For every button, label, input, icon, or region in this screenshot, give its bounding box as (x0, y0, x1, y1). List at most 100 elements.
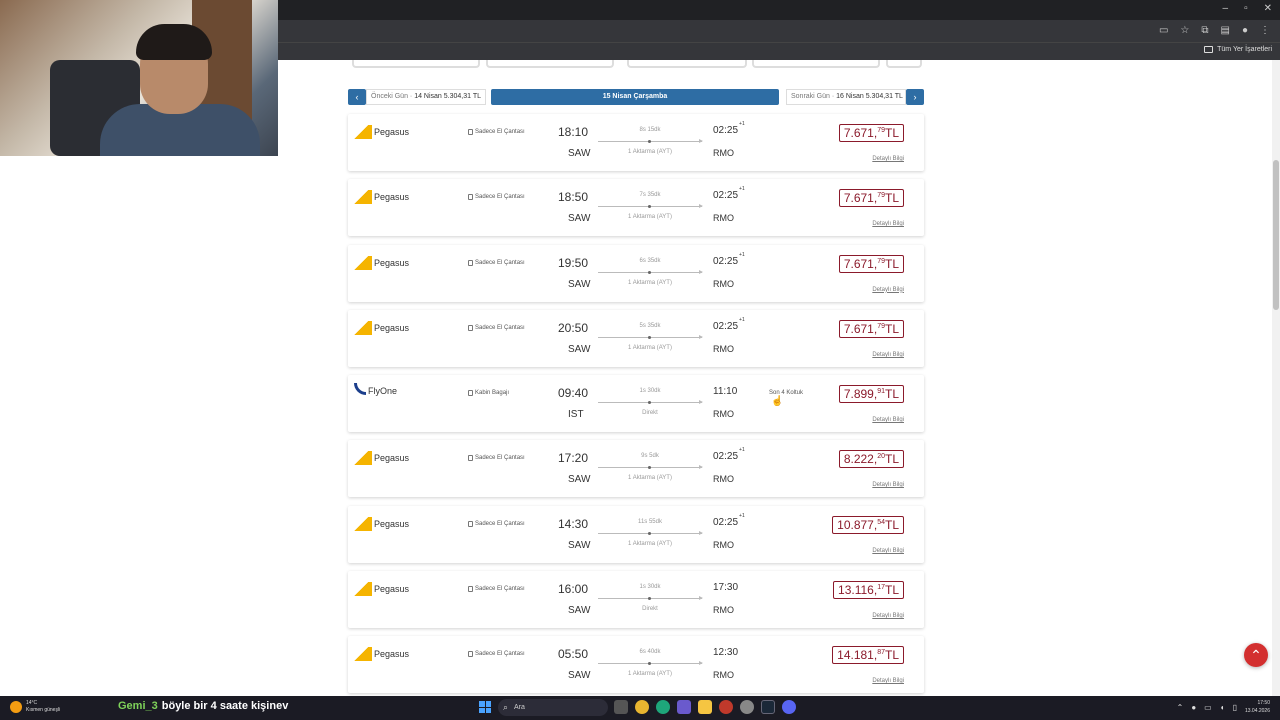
airline-logo-icon (354, 582, 372, 597)
price-currency: TL (884, 648, 899, 663)
price-button[interactable]: 10.877,54TL (832, 515, 904, 534)
filter-tab[interactable] (627, 60, 747, 68)
baggage-info: Sadece El Çantası (468, 586, 525, 593)
profile-avatar-icon[interactable]: ● (1242, 25, 1248, 36)
baggage-info: Kabin Bagajı (468, 390, 509, 397)
flight-card[interactable]: Pegasus Sadece El Çantası 14:30 SAW 11s … (348, 505, 924, 563)
arrival-time: 02:25+1 (713, 447, 745, 462)
network-icon[interactable]: ▭ (1204, 703, 1212, 712)
task-view-icon[interactable] (614, 700, 628, 714)
page-scrollbar[interactable] (1272, 60, 1280, 696)
windows-start-icon[interactable] (479, 701, 491, 713)
flight-card[interactable]: Pegasus Sadece El Çantası 16:00 SAW 1s 3… (348, 571, 924, 629)
details-link[interactable]: Detaylı Bilgi (872, 156, 904, 162)
price-button[interactable]: 7.671,79TL (838, 319, 904, 338)
price-main: 7.671, (843, 256, 878, 271)
flight-card[interactable]: Pegasus Sadece El Çantası 20:50 SAW 5s 3… (348, 309, 924, 367)
windows-taskbar: 14°C Kısmen güneşli Gemi_3 böyle bir 4 sa… (0, 696, 1280, 720)
filter-tab[interactable] (752, 60, 880, 68)
file-explorer-icon[interactable] (698, 700, 712, 714)
price-main: 7.899, (843, 387, 878, 402)
app-icon[interactable] (719, 700, 733, 714)
price-button[interactable]: 7.671,79TL (838, 189, 904, 208)
stops-info: 1 Aktarma (AYT) (628, 475, 672, 482)
stops-info: Direkt (642, 606, 658, 613)
details-link[interactable]: Detaylı Bilgi (872, 548, 904, 554)
route-line (598, 661, 703, 666)
price-button[interactable]: 7.671,79TL (838, 124, 904, 142)
route-line (598, 530, 703, 535)
filter-tab[interactable] (886, 60, 922, 68)
chrome-icon[interactable] (635, 700, 649, 714)
chat-text: böyle bir 4 saate kişinev (161, 700, 289, 712)
departure-airport: SAW (568, 474, 591, 486)
prev-day-arrow-button[interactable]: ‹ (348, 89, 366, 105)
price-main: 10.877, (837, 517, 878, 532)
filter-tab[interactable] (352, 60, 480, 68)
baggage-icon (468, 520, 473, 527)
filter-tab[interactable] (486, 60, 614, 68)
flight-card[interactable]: Pegasus Sadece El Çantası 18:50 SAW 7s 3… (348, 179, 924, 237)
flight-card[interactable]: Pegasus Sadece El Çantası 05:50 SAW 6s 4… (348, 636, 924, 694)
stop-dot (648, 662, 651, 666)
menu-icon[interactable]: ⋮ (1260, 25, 1270, 36)
price-currency: TL (884, 126, 899, 140)
details-link[interactable]: Detaylı Bilgi (872, 352, 904, 358)
edge-icon[interactable] (656, 700, 670, 714)
flight-card[interactable]: Pegasus Sadece El Çantası 17:20 SAW 9s 5… (348, 440, 924, 498)
volume-icon[interactable]: ◖ (1220, 703, 1225, 712)
price-button[interactable]: 13.116,17TL (833, 581, 904, 600)
baggage-label: Sadece El Çantası (475, 129, 525, 135)
price-button[interactable]: 8.222,20TL (838, 450, 904, 469)
arrival-airport: RMO (713, 278, 734, 289)
cast-icon[interactable]: ▭ (1159, 25, 1168, 36)
extensions-icon[interactable]: ⧉ (1201, 25, 1208, 36)
details-link[interactable]: Detaylı Bilgi (872, 221, 904, 227)
taskbar-clock[interactable]: 17:50 13.04.2026 (1245, 699, 1270, 715)
baggage-icon (468, 455, 473, 462)
prev-day-button[interactable]: Önceki Gün · 14 Nisan 5.304,31 TL (366, 89, 486, 105)
flight-card[interactable]: Pegasus Sadece El Çantası 19:50 SAW 6s 3… (348, 244, 924, 302)
battery-icon[interactable]: ▯ (1233, 703, 1237, 712)
next-day-indicator: +1 (739, 316, 745, 323)
departure-time: 19:50 (558, 255, 589, 270)
details-link[interactable]: Detaylı Bilgi (872, 482, 904, 488)
microphone-icon[interactable]: ● (1191, 703, 1196, 712)
taskbar-search[interactable]: Ara (498, 699, 608, 716)
details-link[interactable]: Detaylı Bilgi (872, 417, 904, 423)
flight-duration: 6s 40dk (639, 649, 661, 656)
copilot-icon[interactable] (677, 700, 691, 714)
sidebar-icon[interactable]: ▤ (1221, 25, 1230, 36)
scroll-thumb[interactable] (1273, 160, 1279, 310)
details-link[interactable]: Detaylı Bilgi (872, 613, 904, 619)
price-button[interactable]: 14.181,87TL (832, 646, 904, 665)
back-to-top-button[interactable]: ⌃ (1244, 643, 1268, 667)
star-icon[interactable]: ☆ (1180, 25, 1189, 36)
all-bookmarks-button[interactable]: Tüm Yer İşaretleri (1204, 46, 1272, 53)
airline-logo: Pegasus (354, 255, 410, 270)
price-main: 7.671, (843, 126, 878, 140)
maximize-icon[interactable]: ▫ (1244, 3, 1248, 14)
flight-card[interactable]: Pegasus Sadece El Çantası 18:10 SAW 8s 1… (348, 114, 924, 171)
chevron-up-icon: ⌃ (1250, 647, 1262, 663)
details-link[interactable]: Detaylı Bilgi (872, 287, 904, 293)
minimize-icon[interactable]: – (1223, 3, 1229, 14)
weather-widget[interactable]: 14°C Kısmen güneşli (10, 700, 60, 714)
next-day-button[interactable]: Sonraki Gün · 16 Nisan 5.304,31 TL (786, 89, 906, 105)
steam-icon[interactable] (761, 700, 775, 714)
details-link[interactable]: Detaylı Bilgi (872, 678, 904, 684)
airline-logo-icon (354, 190, 372, 205)
flight-duration: 1s 30dk (639, 388, 661, 395)
next-day-arrow-button[interactable]: › (906, 89, 924, 105)
close-icon[interactable]: ✕ (1264, 3, 1272, 14)
chevron-up-icon[interactable]: ⌃ (1177, 703, 1184, 712)
price-button[interactable]: 7.899,91TL (838, 385, 904, 404)
next-day-indicator: +1 (739, 447, 745, 454)
price-button[interactable]: 7.671,79TL (838, 254, 904, 273)
discord-icon[interactable] (782, 700, 796, 714)
obs-icon[interactable] (740, 700, 754, 714)
departure-time: 18:50 (558, 190, 589, 205)
price-cents: 79 (877, 257, 885, 265)
flight-card[interactable]: FlyOne Kabin Bagajı 09:40 IST 1s 30dk Di… (348, 375, 924, 433)
airline-name: Pegasus (374, 257, 410, 268)
